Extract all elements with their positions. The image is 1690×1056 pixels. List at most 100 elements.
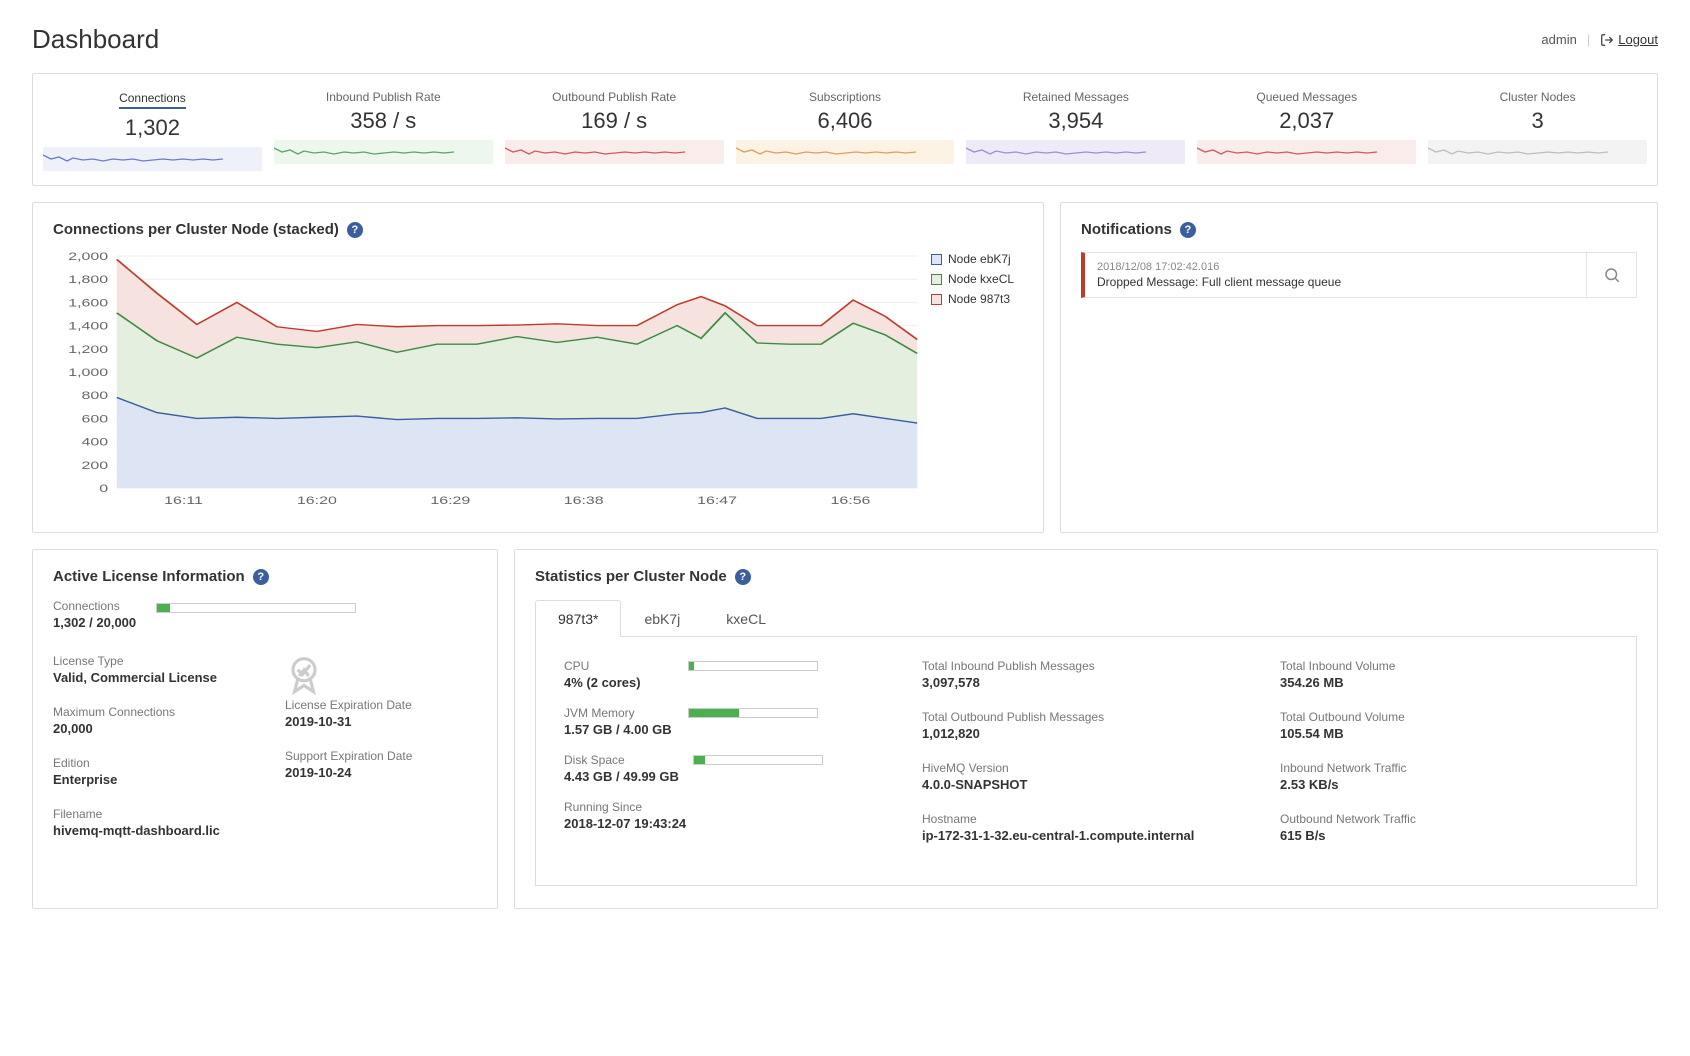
svg-text:16:47: 16:47 <box>697 494 737 506</box>
stat-value: 3,097,578 <box>922 675 1250 690</box>
svg-text:400: 400 <box>82 436 109 448</box>
svg-text:600: 600 <box>82 413 109 425</box>
max-conn-value: 20,000 <box>53 721 245 736</box>
kpi-sparkline <box>505 140 724 164</box>
license-title: Active License Information <box>53 568 245 585</box>
svg-text:16:11: 16:11 <box>164 494 203 506</box>
chart-title: Connections per Cluster Node (stacked) <box>53 221 339 238</box>
stat-label: Total Inbound Publish Messages <box>922 659 1250 673</box>
kpi-sparkline <box>1197 140 1416 164</box>
filename-label: Filename <box>53 807 245 821</box>
logout-icon <box>1600 33 1614 47</box>
stat-value: 2018-12-07 19:43:24 <box>564 816 892 831</box>
divider: | <box>1587 32 1590 47</box>
stat-label: Inbound Network Traffic <box>1280 761 1608 775</box>
stat-label: JVM Memory <box>564 706 674 720</box>
tab-987t3[interactable]: 987t3* <box>535 600 621 637</box>
notification-item: 2018/12/08 17:02:42.016Dropped Message: … <box>1081 252 1637 298</box>
svg-text:1,200: 1,200 <box>68 343 108 355</box>
help-icon[interactable]: ? <box>347 222 363 238</box>
connections-progress <box>156 603 356 613</box>
edition-label: Edition <box>53 756 245 770</box>
support-exp-value: 2019-10-24 <box>285 765 477 780</box>
tab-kxeCL[interactable]: kxeCL <box>703 600 789 637</box>
license-type-value: Valid, Commercial License <box>53 670 245 685</box>
legend-swatch <box>931 294 942 305</box>
help-icon[interactable]: ? <box>1180 222 1196 238</box>
connections-label: Connections <box>53 599 136 613</box>
legend-item[interactable]: Node kxeCL <box>931 272 1023 286</box>
svg-text:16:38: 16:38 <box>564 494 604 506</box>
page-title: Dashboard <box>32 24 159 55</box>
svg-text:0: 0 <box>99 482 108 494</box>
stat-value: 4.43 GB / 49.99 GB <box>564 769 679 784</box>
svg-text:1,000: 1,000 <box>68 366 108 378</box>
stat-label: Outbound Network Traffic <box>1280 812 1608 826</box>
stat-progress <box>688 708 818 718</box>
stat-label: Hostname <box>922 812 1250 826</box>
legend-swatch <box>931 274 942 285</box>
kpi-label: Connections <box>119 91 186 109</box>
kpi-connections[interactable]: Connections1,302 <box>39 84 266 175</box>
kpi-label: Retained Messages <box>966 90 1185 104</box>
connections-chart: 02004006008001,0001,2001,4001,6001,8002,… <box>53 252 923 512</box>
stat-label: HiveMQ Version <box>922 761 1250 775</box>
kpi-label: Queued Messages <box>1197 90 1416 104</box>
license-panel: Active License Information ? Connections… <box>32 549 498 909</box>
legend-label: Node 987t3 <box>948 292 1010 306</box>
help-icon[interactable]: ? <box>253 569 269 585</box>
chart-legend: Node ebK7j Node kxeCL Node 987t3 <box>923 252 1023 512</box>
connections-chart-panel: Connections per Cluster Node (stacked) ?… <box>32 202 1044 533</box>
logout-link[interactable]: Logout <box>1600 32 1658 47</box>
legend-label: Node ebK7j <box>948 252 1011 266</box>
kpi-value: 358 / s <box>274 108 493 134</box>
legend-swatch <box>931 254 942 265</box>
kpi-strip: Connections1,302 Inbound Publish Rate 358 … <box>32 73 1658 186</box>
kpi-queued-messages[interactable]: Queued Messages2,037 <box>1193 84 1420 175</box>
legend-item[interactable]: Node ebK7j <box>931 252 1023 266</box>
kpi-sparkline <box>966 140 1185 164</box>
kpi-sparkline <box>274 140 493 164</box>
stat-value: 1,012,820 <box>922 726 1250 741</box>
kpi-inbound-publish-rate[interactable]: Inbound Publish Rate 358 / s <box>270 84 497 175</box>
kpi-value: 3 <box>1428 108 1647 134</box>
stat-label: Total Outbound Publish Messages <box>922 710 1250 724</box>
stat-value: 4.0.0-SNAPSHOT <box>922 777 1250 792</box>
tab-ebK7j[interactable]: ebK7j <box>621 600 703 637</box>
max-conn-label: Maximum Connections <box>53 705 245 719</box>
kpi-cluster-nodes[interactable]: Cluster Nodes 3 <box>1424 84 1651 175</box>
stat-value: 105.54 MB <box>1280 726 1608 741</box>
current-user: admin <box>1541 32 1576 47</box>
license-exp-label: License Expiration Date <box>285 698 477 712</box>
license-type-label: License Type <box>53 654 245 668</box>
stat-progress <box>693 755 823 765</box>
stat-value: 1.57 GB / 4.00 GB <box>564 722 674 737</box>
svg-text:1,600: 1,600 <box>68 297 108 309</box>
search-icon <box>1603 266 1621 284</box>
kpi-sparkline <box>1428 140 1647 164</box>
stat-value: 615 B/s <box>1280 828 1608 843</box>
kpi-sparkline <box>736 140 955 164</box>
svg-text:16:56: 16:56 <box>831 494 871 506</box>
legend-item[interactable]: Node 987t3 <box>931 292 1023 306</box>
kpi-sparkline <box>43 147 262 171</box>
help-icon[interactable]: ? <box>735 569 751 585</box>
stat-label: Running Since <box>564 800 892 814</box>
notification-timestamp: 2018/12/08 17:02:42.016 <box>1097 261 1574 273</box>
kpi-label: Subscriptions <box>736 90 955 104</box>
connections-value: 1,302 / 20,000 <box>53 615 136 630</box>
stat-progress <box>688 661 818 671</box>
kpi-outbound-publish-rate[interactable]: Outbound Publish Rate169 / s <box>501 84 728 175</box>
notifications-panel: Notifications ? 2018/12/08 17:02:42.016D… <box>1060 202 1658 533</box>
kpi-label: Cluster Nodes <box>1428 90 1647 104</box>
svg-text:1,400: 1,400 <box>68 320 108 332</box>
kpi-subscriptions[interactable]: Subscriptions 6,406 <box>732 84 959 175</box>
kpi-label: Inbound Publish Rate <box>274 90 493 104</box>
kpi-retained-messages[interactable]: Retained Messages3,954 <box>962 84 1189 175</box>
svg-text:16:20: 16:20 <box>297 494 337 506</box>
kpi-value: 6,406 <box>736 108 955 134</box>
legend-label: Node kxeCL <box>948 272 1014 286</box>
svg-text:2,000: 2,000 <box>68 252 108 262</box>
notification-inspect-button[interactable] <box>1586 253 1636 297</box>
stat-value: 4% (2 cores) <box>564 675 674 690</box>
